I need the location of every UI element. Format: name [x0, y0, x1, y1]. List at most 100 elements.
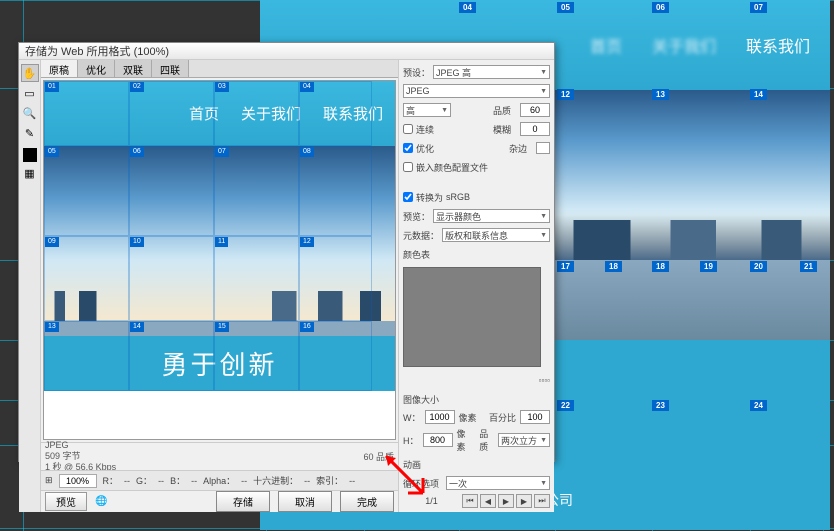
bg-nav-contact: 联系我们 [746, 33, 810, 57]
preview-select[interactable]: 显示器颜色 [433, 209, 550, 223]
save-button[interactable]: 存储 [216, 491, 270, 512]
preview-slice[interactable]: 01 [44, 81, 129, 146]
bg-nav-about: 关于我们 [652, 33, 716, 57]
quality-input[interactable] [520, 103, 550, 117]
dialog-toolbar: ✋ ▭ 🔍 ✎ ▦ [19, 60, 41, 512]
matte-swatch[interactable] [536, 142, 550, 154]
slice-label: 14 [750, 89, 767, 100]
index-label: 索引： [316, 474, 343, 487]
quality3-label: 品质 [479, 427, 494, 453]
embed-profile-check[interactable] [403, 162, 413, 172]
blur-label: 模糊 [493, 123, 517, 136]
percent-label: 百分比 [489, 411, 516, 424]
loop-select[interactable]: 一次 [446, 476, 550, 490]
preview-slice[interactable]: 15 [214, 321, 299, 391]
preview-slice[interactable]: 07 [214, 146, 299, 236]
slice-number: 06 [130, 147, 144, 157]
play-btn[interactable]: ▶ [498, 494, 514, 508]
metadata-select[interactable]: 版权和联系信息 [442, 228, 550, 242]
matte-label: 杂边 [509, 142, 533, 155]
quality-select[interactable]: 高 [403, 103, 451, 117]
slice-label: 21 [800, 261, 817, 272]
fg-color-swatch[interactable] [23, 148, 37, 162]
tab-4up[interactable]: 四联 [152, 60, 189, 77]
tab-optimized[interactable]: 优化 [78, 60, 115, 77]
slice-label: 06 [652, 2, 669, 13]
slice-label: 20 [750, 261, 767, 272]
last-frame-btn[interactable]: ⏭ [534, 494, 550, 508]
eyedropper-tool[interactable]: ✎ [21, 124, 39, 142]
preview-slice[interactable]: 10 [129, 236, 214, 321]
blur-input[interactable] [520, 122, 550, 136]
width-input[interactable] [425, 410, 455, 424]
bottom-controls: 预览 🌐 存储 取消 完成 [41, 490, 398, 512]
cancel-button[interactable]: 取消 [278, 491, 332, 512]
slice-number: 02 [130, 82, 144, 92]
progressive-check[interactable] [403, 124, 413, 134]
zoom-input[interactable] [59, 474, 97, 488]
preview-area: 原稿 优化 双联 四联 首页 关于我们 联系我们 勇于创新 0102030405… [41, 60, 398, 512]
hex-label: 十六进制： [253, 474, 298, 487]
slice-label: 17 [557, 261, 574, 272]
format-select[interactable]: JPEG [403, 84, 550, 98]
height-input[interactable] [423, 433, 453, 447]
preview-slice[interactable]: 04 [299, 81, 372, 146]
preview-slice[interactable]: 11 [214, 236, 299, 321]
hand-tool[interactable]: ✋ [21, 64, 39, 82]
dialog-titlebar[interactable]: 存储为 Web 所用格式 (100%) [19, 43, 554, 60]
preview-slice[interactable]: 08 [299, 146, 372, 236]
slice-label: 23 [652, 400, 669, 411]
preview-slice[interactable]: 03 [214, 81, 299, 146]
preview-slice[interactable]: 05 [44, 146, 129, 236]
slice-number: 04 [300, 82, 314, 92]
preview-info: JPEG 509 字节 1 秒 @ 56.6 Kbps 60 品质 [41, 442, 398, 470]
preview-slice[interactable]: 02 [129, 81, 214, 146]
prev-frame-btn[interactable]: ◀ [480, 494, 496, 508]
slice-select-tool[interactable]: ▭ [21, 84, 39, 102]
slice-number: 07 [215, 147, 229, 157]
preview-slice[interactable]: 06 [129, 146, 214, 236]
color-table-label: 颜色表 [403, 248, 430, 261]
preview-slice[interactable]: 09 [44, 236, 129, 321]
slice-label: 13 [652, 89, 669, 100]
slice-label: 18 [652, 261, 669, 272]
slice-number: 14 [130, 322, 144, 332]
done-button[interactable]: 完成 [340, 491, 394, 512]
next-frame-btn[interactable]: ▶ [516, 494, 532, 508]
slice-label: 04 [459, 2, 476, 13]
frame-counter: 1/1 [403, 496, 460, 506]
slice-number: 11 [215, 237, 228, 247]
settings-panel: 预设： JPEG 高 JPEG 高 品质 连续 模糊 优化 杂边 [398, 60, 554, 512]
info-quality: 60 品质 [363, 450, 394, 463]
preview-button[interactable]: 预览 [45, 492, 87, 511]
preview-slice[interactable]: 14 [129, 321, 214, 391]
metadata-label: 元数据： [403, 229, 439, 242]
color-count: ▫▫▫▫ [539, 376, 550, 385]
slice-number: 12 [300, 237, 314, 247]
preview-slice[interactable]: 16 [299, 321, 372, 391]
preview-tabs: 原稿 优化 双联 四联 [41, 60, 398, 78]
browser-icon[interactable]: 🌐 [95, 496, 107, 507]
preview-label: 预览： [403, 210, 430, 223]
anim-label: 动画 [403, 458, 421, 471]
zoom-tool[interactable]: 🔍 [21, 104, 39, 122]
slice-label: 19 [700, 261, 717, 272]
tab-original[interactable]: 原稿 [41, 60, 78, 77]
g-label: G： [136, 474, 152, 487]
toggle-slices[interactable]: ▦ [21, 164, 39, 182]
preview-slice[interactable]: 13 [44, 321, 129, 391]
slice-label: 18 [605, 261, 622, 272]
convert-srgb-check[interactable] [403, 192, 413, 202]
preset-select[interactable]: JPEG 高 [433, 65, 550, 79]
resample-select[interactable]: 两次立方 [498, 433, 550, 447]
slice-label: 07 [750, 2, 767, 13]
tab-2up[interactable]: 双联 [115, 60, 152, 77]
first-frame-btn[interactable]: ⏮ [462, 494, 478, 508]
percent-input[interactable] [520, 410, 550, 424]
preview-viewport[interactable]: 首页 关于我们 联系我们 勇于创新 0102030405060708091011… [43, 80, 396, 440]
preview-slice[interactable]: 12 [299, 236, 372, 321]
loop-label: 循环选项 [403, 477, 443, 490]
dialog-title: 存储为 Web 所用格式 (100%) [25, 43, 169, 59]
slice-number: 16 [300, 322, 314, 332]
optimized-check[interactable] [403, 143, 413, 153]
